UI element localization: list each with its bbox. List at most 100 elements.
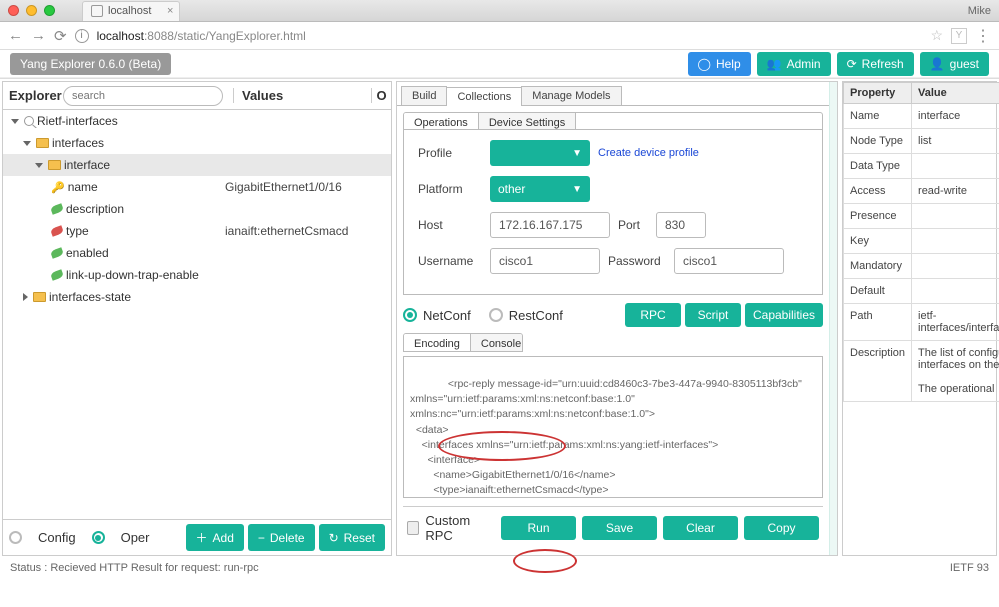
help-button[interactable]: ◯Help [688,52,751,76]
profile-dropdown[interactable]: ▼ [490,140,590,166]
tree-row[interactable]: link-up-down-trap-enable [3,264,391,286]
tree-node-label: interface [64,158,110,172]
prop-name: Default [844,279,912,304]
tree-row[interactable]: interfaces [3,132,391,154]
guest-label: guest [950,57,979,71]
password-input[interactable] [674,248,784,274]
port-input[interactable] [656,212,706,238]
capabilities-button[interactable]: Capabilities [745,303,823,327]
bookmark-icon[interactable]: ☆ [930,27,943,44]
username-input[interactable] [490,248,600,274]
admin-label: Admin [787,57,821,71]
max-dot[interactable] [44,5,55,16]
tab-manage-models[interactable]: Manage Models [521,86,621,105]
app-header: Yang Explorer 0.6.0 (Beta) ◯Help 👥Admin … [0,50,999,78]
refresh-label: Refresh [862,57,904,71]
delete-label: Delete [270,531,305,545]
tree-row[interactable]: enabled [3,242,391,264]
port-label: Port [618,218,648,232]
restconf-radio[interactable] [489,308,503,322]
prop-value: The list of configured interfaces on the… [912,341,999,402]
browser-tab[interactable]: localhost × [82,1,180,21]
delete-button[interactable]: −Delete [248,524,315,551]
reset-label: Reset [344,531,375,545]
guest-button[interactable]: 👤guest [920,52,989,76]
address-bar: ← → ⟳ i localhost:8088/static/YangExplor… [0,22,999,50]
add-button[interactable]: ＋Add [186,524,244,551]
restconf-label: RestConf [509,308,563,323]
site-info-icon[interactable]: i [75,29,89,43]
prop-value: ietf-interfaces/interfaces/interface [912,304,999,341]
prop-name: Node Type [844,129,912,154]
tab-device-settings[interactable]: Device Settings [479,113,576,129]
tab-encoding[interactable]: Encoding [404,334,471,350]
custom-rpc-checkbox[interactable] [407,521,419,535]
forward-icon[interactable]: → [31,27,46,44]
host-input[interactable] [490,212,610,238]
netconf-radio[interactable] [403,308,417,322]
table-row: Pathietf-interfaces/interfaces/interface [844,304,999,341]
center-scrollbar[interactable] [829,82,837,555]
clear-button[interactable]: Clear [663,516,738,540]
explorer-tree[interactable]: Rietf-interfaces interfaces interface 🔑name… [3,110,391,519]
add-label: Add [213,531,234,545]
run-button[interactable]: Run [501,516,576,540]
min-dot[interactable] [26,5,37,16]
github-icon: ◯ [698,57,711,71]
tree-row[interactable]: interface [3,154,391,176]
oper-radio[interactable] [92,531,105,544]
tree-node-label: enabled [66,246,109,260]
browser-menu-icon[interactable]: ⋮ [975,26,991,46]
close-dot[interactable] [8,5,19,16]
tree-row[interactable]: description [3,198,391,220]
tab-build[interactable]: Build [401,86,447,105]
table-row: Node Typelist [844,129,999,154]
prop-value [912,204,999,229]
create-profile-link[interactable]: Create device profile [598,147,699,159]
tree-row[interactable]: 🔑nameGigabitEthernet1/0/16 [3,176,391,198]
back-icon[interactable]: ← [8,27,23,44]
tab-title: localhost [108,5,151,17]
prop-value [912,154,999,179]
tree-node-label: interfaces [52,136,104,150]
tree-node-label: Rietf-interfaces [37,114,118,128]
tab-console[interactable]: Console [471,334,523,350]
platform-dropdown[interactable]: other▼ [490,176,590,202]
search-input[interactable] [63,86,223,106]
reload-icon[interactable]: ⟳ [54,27,67,45]
prop-name: Data Type [844,154,912,179]
url-display[interactable]: localhost:8088/static/YangExplorer.html [97,29,923,43]
property-table: Property Value NameinterfaceNode Typelis… [843,82,999,402]
tree-node-label: name [68,180,98,194]
main-area: Explorer Values O Rietf-interfacesinterf… [0,78,999,558]
save-button[interactable]: Save [582,516,657,540]
copy-button[interactable]: Copy [744,516,819,540]
prop-value: interface [912,104,999,129]
config-radio[interactable] [9,531,22,544]
prop-value [912,229,999,254]
values-title: Values [233,88,371,103]
close-tab-icon[interactable]: × [167,5,173,17]
prop-value [912,279,999,304]
table-row: Mandatory [844,254,999,279]
rpc-button[interactable]: RPC [625,303,681,327]
tab-operations[interactable]: Operations [404,113,479,129]
reset-button[interactable]: ↻Reset [319,524,385,551]
rpc-output[interactable]: <rpc-reply message-id="urn:uuid:cd8460c3… [403,356,823,498]
center-panel: Build Collections Manage Models Operatio… [396,81,838,556]
device-settings-form: Profile ▼ Create device profile Platform… [403,130,823,295]
tree-row[interactable]: interfaces-state [3,286,391,308]
admin-button[interactable]: 👥Admin [757,52,831,76]
refresh-button[interactable]: ⟳Refresh [837,52,914,76]
tab-collections[interactable]: Collections [446,87,522,106]
url-host: localhost [97,29,144,43]
tree-row[interactable]: typeianaift:ethernetCsmacd [3,220,391,242]
y-extension-icon[interactable]: Y [951,28,967,44]
script-button[interactable]: Script [685,303,741,327]
center-subtabs: Operations Device Settings [403,112,823,130]
profile-label: Profile [418,146,482,160]
window-titlebar: localhost × Mike [0,0,999,22]
tree-row[interactable]: Rietf-interfaces [3,110,391,132]
status-text: Status : Recieved HTTP Result for reques… [10,562,259,574]
prop-name: Access [844,179,912,204]
